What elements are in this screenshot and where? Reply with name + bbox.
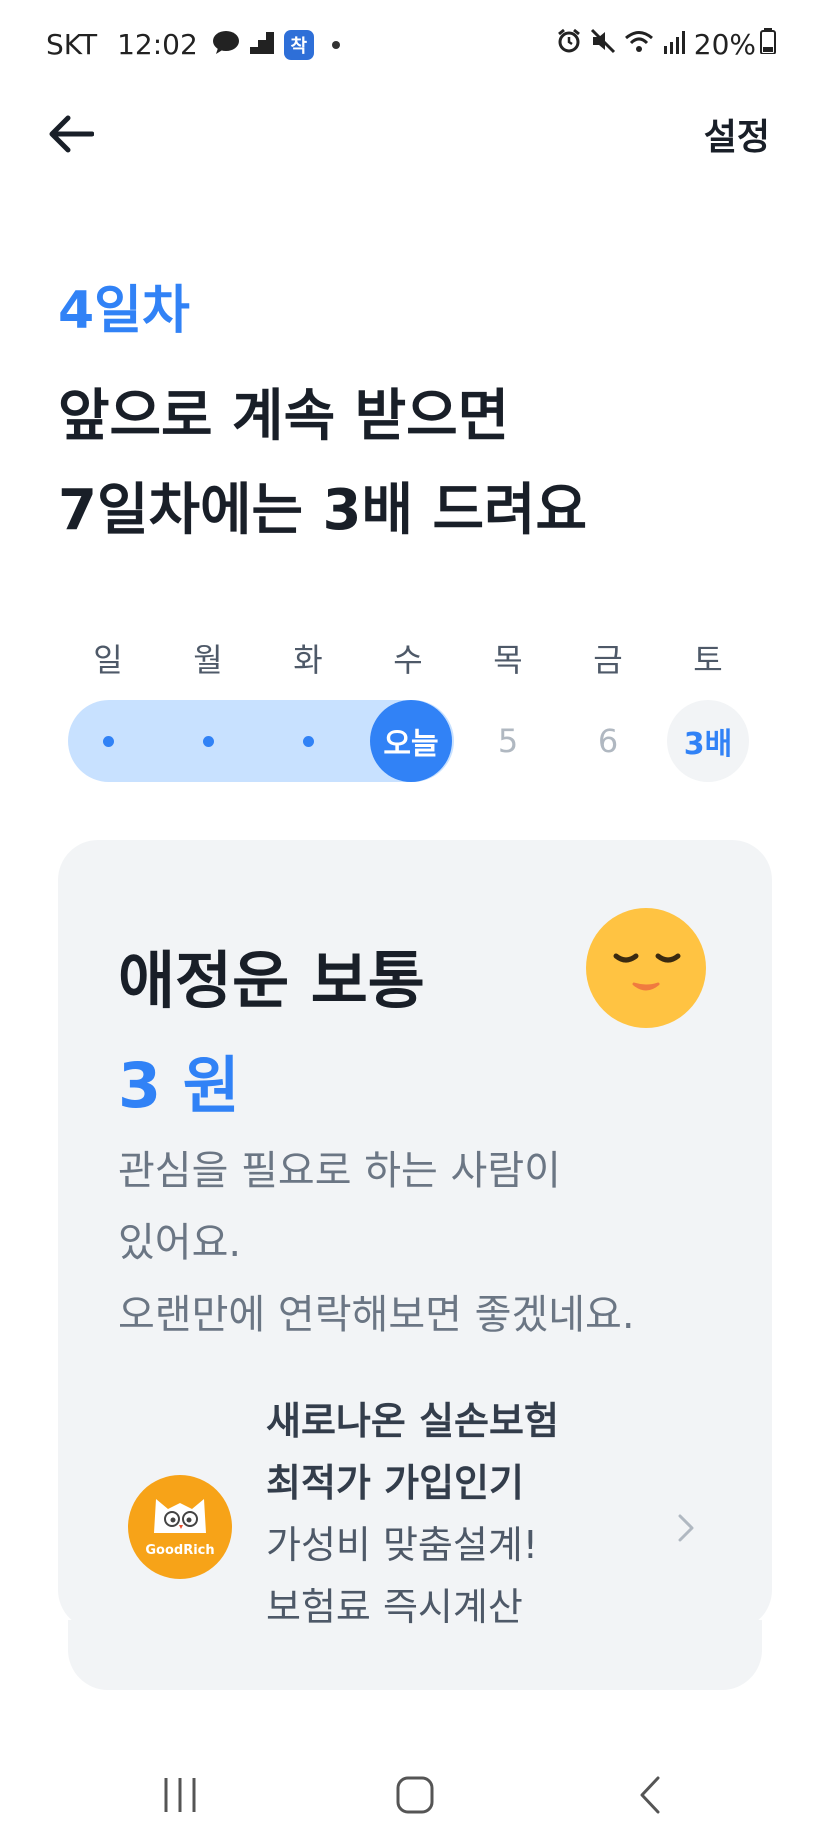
- day-count-label: 4일차: [58, 281, 190, 341]
- recent-apps-button[interactable]: [150, 1770, 210, 1820]
- more-notifications-icon: [331, 40, 340, 49]
- wifi-icon: [624, 28, 654, 61]
- chevron-right-icon: [676, 1512, 696, 1548]
- message-line: 관심을 필요로 하는 사람이: [118, 1148, 561, 1194]
- headline: 앞으로 계속 받으면 7일차에는 3배 드려요: [58, 370, 587, 558]
- home-button[interactable]: [385, 1770, 445, 1820]
- signal-icon: [662, 28, 686, 61]
- fortune-message: 관심을 필요로 하는 사람이 있어요. 오랜만에 연락해보면 좋겠네요.: [118, 1135, 635, 1351]
- message-line: 있어요.: [118, 1220, 242, 1266]
- ad-description: 보험료 즉시계산: [266, 1585, 523, 1629]
- weekday-label: 화: [293, 641, 323, 679]
- attendance-page: SKT 12:02 착 20% 설정 4일차 앞으로 계속 받으면 7일차에는 …: [0, 0, 830, 1844]
- fortune-title: 애정운 보통: [118, 944, 425, 1017]
- day-completed: [167, 700, 249, 782]
- day-completed: [267, 700, 349, 782]
- clock: 12:02: [117, 28, 198, 61]
- alarm-icon: [556, 28, 582, 61]
- weekday-header: 일 월 화 수 목 금 토: [68, 635, 768, 679]
- weekday-label: 금: [593, 641, 623, 679]
- weekday-label: 수: [393, 641, 423, 679]
- battery-percent: 20%: [693, 28, 756, 61]
- ad-description: 가성비 맞춤설계!: [266, 1523, 539, 1567]
- day-upcoming: 5: [497, 722, 519, 760]
- check-dot-icon: [302, 735, 314, 747]
- day-upcoming: 6: [597, 722, 619, 760]
- message-line: 오랜만에 연락해보면 좋겠네요.: [118, 1292, 635, 1338]
- logo-text: GoodRich: [145, 1543, 215, 1558]
- day-bonus: 3배: [667, 700, 749, 782]
- system-nav-bar: [0, 1740, 830, 1844]
- home-icon: [396, 1776, 434, 1814]
- chevron-left-icon: [640, 1776, 660, 1814]
- chat-icon: [212, 28, 240, 61]
- settings-button[interactable]: 설정: [704, 108, 770, 160]
- weekday-label: 월: [193, 641, 223, 679]
- recent-apps-icon: [164, 1778, 196, 1812]
- insurance-ad-banner[interactable]: GoodRich 새로나온 실손보험 최적가 가입인기 가성비 맞춤설계! 보험…: [118, 1390, 718, 1660]
- goodrich-logo: GoodRich: [128, 1475, 232, 1579]
- headline-line: 앞으로 계속 받으면: [58, 384, 510, 449]
- sleepy-face-icon: [586, 908, 706, 1028]
- check-dot-icon: [102, 735, 114, 747]
- weekday-label: 목: [493, 641, 523, 679]
- day-completed: [67, 700, 149, 782]
- check-dot-icon: [202, 735, 214, 747]
- reward-amount: 3 원: [118, 1049, 240, 1122]
- app-badge-icon: 착: [283, 29, 314, 60]
- status-bar: SKT 12:02 착 20%: [0, 0, 830, 95]
- weekday-label: 일: [93, 641, 123, 679]
- ad-title: 최적가 가입인기: [266, 1461, 524, 1505]
- weekday-label: 토: [693, 641, 723, 679]
- headline-line: 7일차에는 3배 드려요: [58, 478, 588, 543]
- carrier-label: SKT: [46, 28, 98, 61]
- day-today: 오늘: [370, 700, 452, 782]
- stairs-icon: [249, 28, 274, 61]
- back-nav-button[interactable]: [620, 1770, 680, 1820]
- mute-icon: [590, 28, 616, 61]
- arrow-left-icon: [49, 115, 94, 153]
- back-button[interactable]: [40, 104, 100, 164]
- ad-title: 새로나온 실손보험: [266, 1399, 559, 1443]
- battery-icon: [760, 28, 776, 61]
